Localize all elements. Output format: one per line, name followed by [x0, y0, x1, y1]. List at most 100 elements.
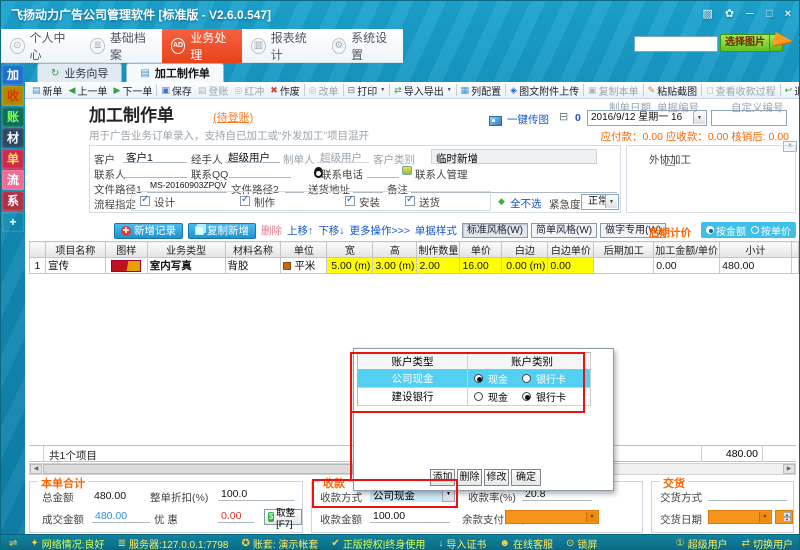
tab-processing-order[interactable]: ▤加工制作单 — [126, 63, 223, 82]
printer-icon[interactable]: ⊟ — [559, 110, 568, 123]
by-unit-price-radio[interactable] — [751, 226, 759, 234]
nav-report-statistics[interactable]: ▥报表统计 — [242, 29, 322, 63]
nav-system-settings[interactable]: ⚙系统设置 — [323, 29, 403, 63]
contact-phone-field[interactable] — [367, 165, 399, 178]
table-header-cell[interactable]: 单位 — [281, 242, 327, 258]
nav-basic-archives[interactable]: ≣基础档案 — [81, 29, 161, 63]
toolbar-new-order-button[interactable]: ▤新单 — [29, 83, 66, 98]
side-tab-xi[interactable]: 系 — [2, 191, 24, 211]
urgency-dropdown-icon[interactable]: ▼ — [605, 196, 617, 208]
scroll-right-icon[interactable]: ▶ — [783, 464, 795, 474]
status-account-set[interactable]: ✪账套: 演示帐套 — [241, 536, 318, 550]
select-none-link[interactable]: 全不选 — [510, 196, 542, 211]
table-cell[interactable]: 480.00 — [720, 258, 792, 274]
toolbar-exit-button[interactable]: ↩退出 — [782, 83, 800, 98]
status-sync[interactable]: ⇌ — [9, 536, 17, 550]
toolbar-import-export-button[interactable]: ⇄导入导出▼ — [391, 83, 455, 98]
toolbar-save-button[interactable]: ▣保存 — [158, 83, 195, 98]
table-header-cell[interactable]: 高 — [373, 242, 417, 258]
flow-1-checkbox[interactable] — [140, 196, 150, 206]
minimize-icon[interactable]: ─ — [746, 7, 754, 21]
add-record-button[interactable]: ✚ 新增记录 — [114, 223, 183, 239]
tab-business-wizard[interactable]: ↻业务向导 — [37, 63, 122, 82]
table-cell[interactable]: 5.00 (m) — [327, 258, 373, 274]
nav-personal-center[interactable]: ⊙个人中心 — [1, 29, 81, 63]
table-cell[interactable]: 背胶 — [225, 258, 281, 274]
account-row[interactable]: 公司现金现金银行卡 — [358, 370, 591, 388]
status-license[interactable]: ✔正版授权|终身使用 — [331, 536, 425, 550]
delivery-method-field[interactable] — [708, 488, 787, 501]
toolbar-column-config-button[interactable]: ▦列配置 — [458, 83, 505, 98]
table-header-cell[interactable]: 后期加工 — [594, 242, 654, 258]
flow-4-checkbox[interactable] — [405, 196, 415, 206]
table-header-cell[interactable]: 白边单价 — [548, 242, 594, 258]
status-server[interactable]: ≣服务器:127.0.0.1:7798 — [118, 536, 229, 550]
maximize-icon[interactable]: □ — [766, 7, 773, 21]
style-button-2[interactable]: 简单风格(W) — [531, 223, 597, 238]
toolbar-print-button[interactable]: ⊟打印▼ — [345, 83, 389, 98]
print-dropdown-icon[interactable]: ▼ — [380, 87, 385, 93]
side-tab-liu[interactable]: 流 — [2, 170, 24, 190]
table-header-cell[interactable]: 业务类型 — [147, 242, 225, 258]
status-online-service[interactable]: ☻在线客服 — [499, 536, 553, 550]
round-button[interactable]: $ 取整[F7] — [264, 509, 302, 525]
table-cell[interactable]: 2.00 — [417, 258, 460, 274]
popup-modify-button[interactable]: 修改 — [484, 469, 509, 486]
table-cell[interactable]: 宣传 — [45, 258, 105, 274]
card-radio[interactable] — [522, 374, 531, 383]
more-actions-button[interactable]: 更多操作>>> — [350, 223, 410, 238]
table-cell[interactable] — [791, 258, 798, 274]
toolbar-void-order-button[interactable]: ✖作废 — [267, 83, 303, 98]
pending-status-link[interactable]: (待登账) — [213, 109, 253, 125]
table-header-cell[interactable]: 单价 — [460, 242, 502, 258]
status-lock-screen[interactable]: ⊙锁屏 — [566, 536, 597, 550]
delivery-time-spinner[interactable]: ▲ ▼ — [775, 510, 793, 524]
move-up-button[interactable]: 上移↑ — [287, 223, 313, 238]
table-cell[interactable]: 1 — [30, 258, 46, 274]
table-header-cell[interactable]: 小计 — [720, 242, 792, 258]
side-tab-jia[interactable]: 加 — [2, 65, 24, 85]
balance-date-field[interactable]: ▼ — [505, 510, 599, 524]
close-icon[interactable]: × — [785, 7, 791, 21]
by-amount-radio[interactable] — [706, 226, 714, 234]
status-switch-user[interactable]: ⇄切换用户 — [742, 536, 793, 550]
table-header-cell[interactable]: 加工金额/单价 — [654, 242, 720, 258]
move-down-button[interactable]: 下移↓ — [318, 223, 344, 238]
side-tab-cai[interactable]: 材 — [2, 128, 24, 148]
nav-business-process[interactable]: AD业务处理 — [162, 29, 242, 63]
customer-category-field[interactable]: 临时新增 — [431, 149, 597, 164]
side-tab-add[interactable]: + — [2, 212, 24, 232]
table-header-cell[interactable]: 图样 — [105, 242, 147, 258]
urgency-combobox[interactable]: 正常 ▼ — [581, 194, 619, 210]
balance-date-dropdown-icon[interactable]: ▼ — [586, 512, 597, 522]
send-image-link[interactable]: 一键传图 — [507, 112, 549, 127]
side-tab-shou[interactable]: 收 — [2, 86, 24, 106]
delivery-date-field[interactable]: ▼ — [708, 510, 772, 524]
popup-delete-button[interactable]: 删除 — [457, 469, 482, 486]
table-cell[interactable] — [105, 258, 147, 274]
scroll-thumb[interactable] — [43, 464, 353, 474]
favor-field[interactable]: 0.00 — [218, 510, 254, 523]
scroll-left-icon[interactable]: ◀ — [30, 464, 42, 474]
popup-add-button[interactable]: 添加 — [430, 469, 455, 486]
toolbar-attachment-upload-button[interactable]: ◈图文附件上传 — [507, 83, 582, 98]
toolbar-next-order-button[interactable]: ▶下一单 — [110, 83, 155, 98]
table-cell[interactable]: 平米 — [281, 258, 327, 274]
table-row[interactable]: 1宣传室内写真背胶平米5.00 (m)3.00 (m)2.0016.000.00… — [30, 258, 799, 274]
import-export-dropdown-icon[interactable]: ▼ — [447, 87, 452, 93]
table-cell[interactable] — [594, 258, 654, 274]
customer-field[interactable]: 客户1 — [123, 150, 187, 163]
card-radio[interactable] — [522, 392, 531, 401]
table-header-cell[interactable] — [30, 242, 46, 258]
table-header-cell[interactable]: 制作数量 — [417, 242, 460, 258]
side-tab-dan[interactable]: 单 — [2, 149, 24, 169]
skin-icon[interactable]: ▨ — [702, 7, 712, 21]
handler-field[interactable]: 超级用户 — [225, 150, 280, 163]
spin-down-icon[interactable]: ▼ — [783, 517, 791, 522]
status-import-cert[interactable]: ↓导入证书 — [438, 536, 486, 550]
account-row[interactable]: 建设银行现金银行卡 — [358, 388, 591, 406]
contact-qq-field[interactable] — [229, 165, 291, 178]
table-cell[interactable]: 16.00 — [460, 258, 502, 274]
style-button-1[interactable]: 标准风格(W) — [462, 223, 528, 238]
flow-3-checkbox[interactable] — [345, 196, 355, 206]
